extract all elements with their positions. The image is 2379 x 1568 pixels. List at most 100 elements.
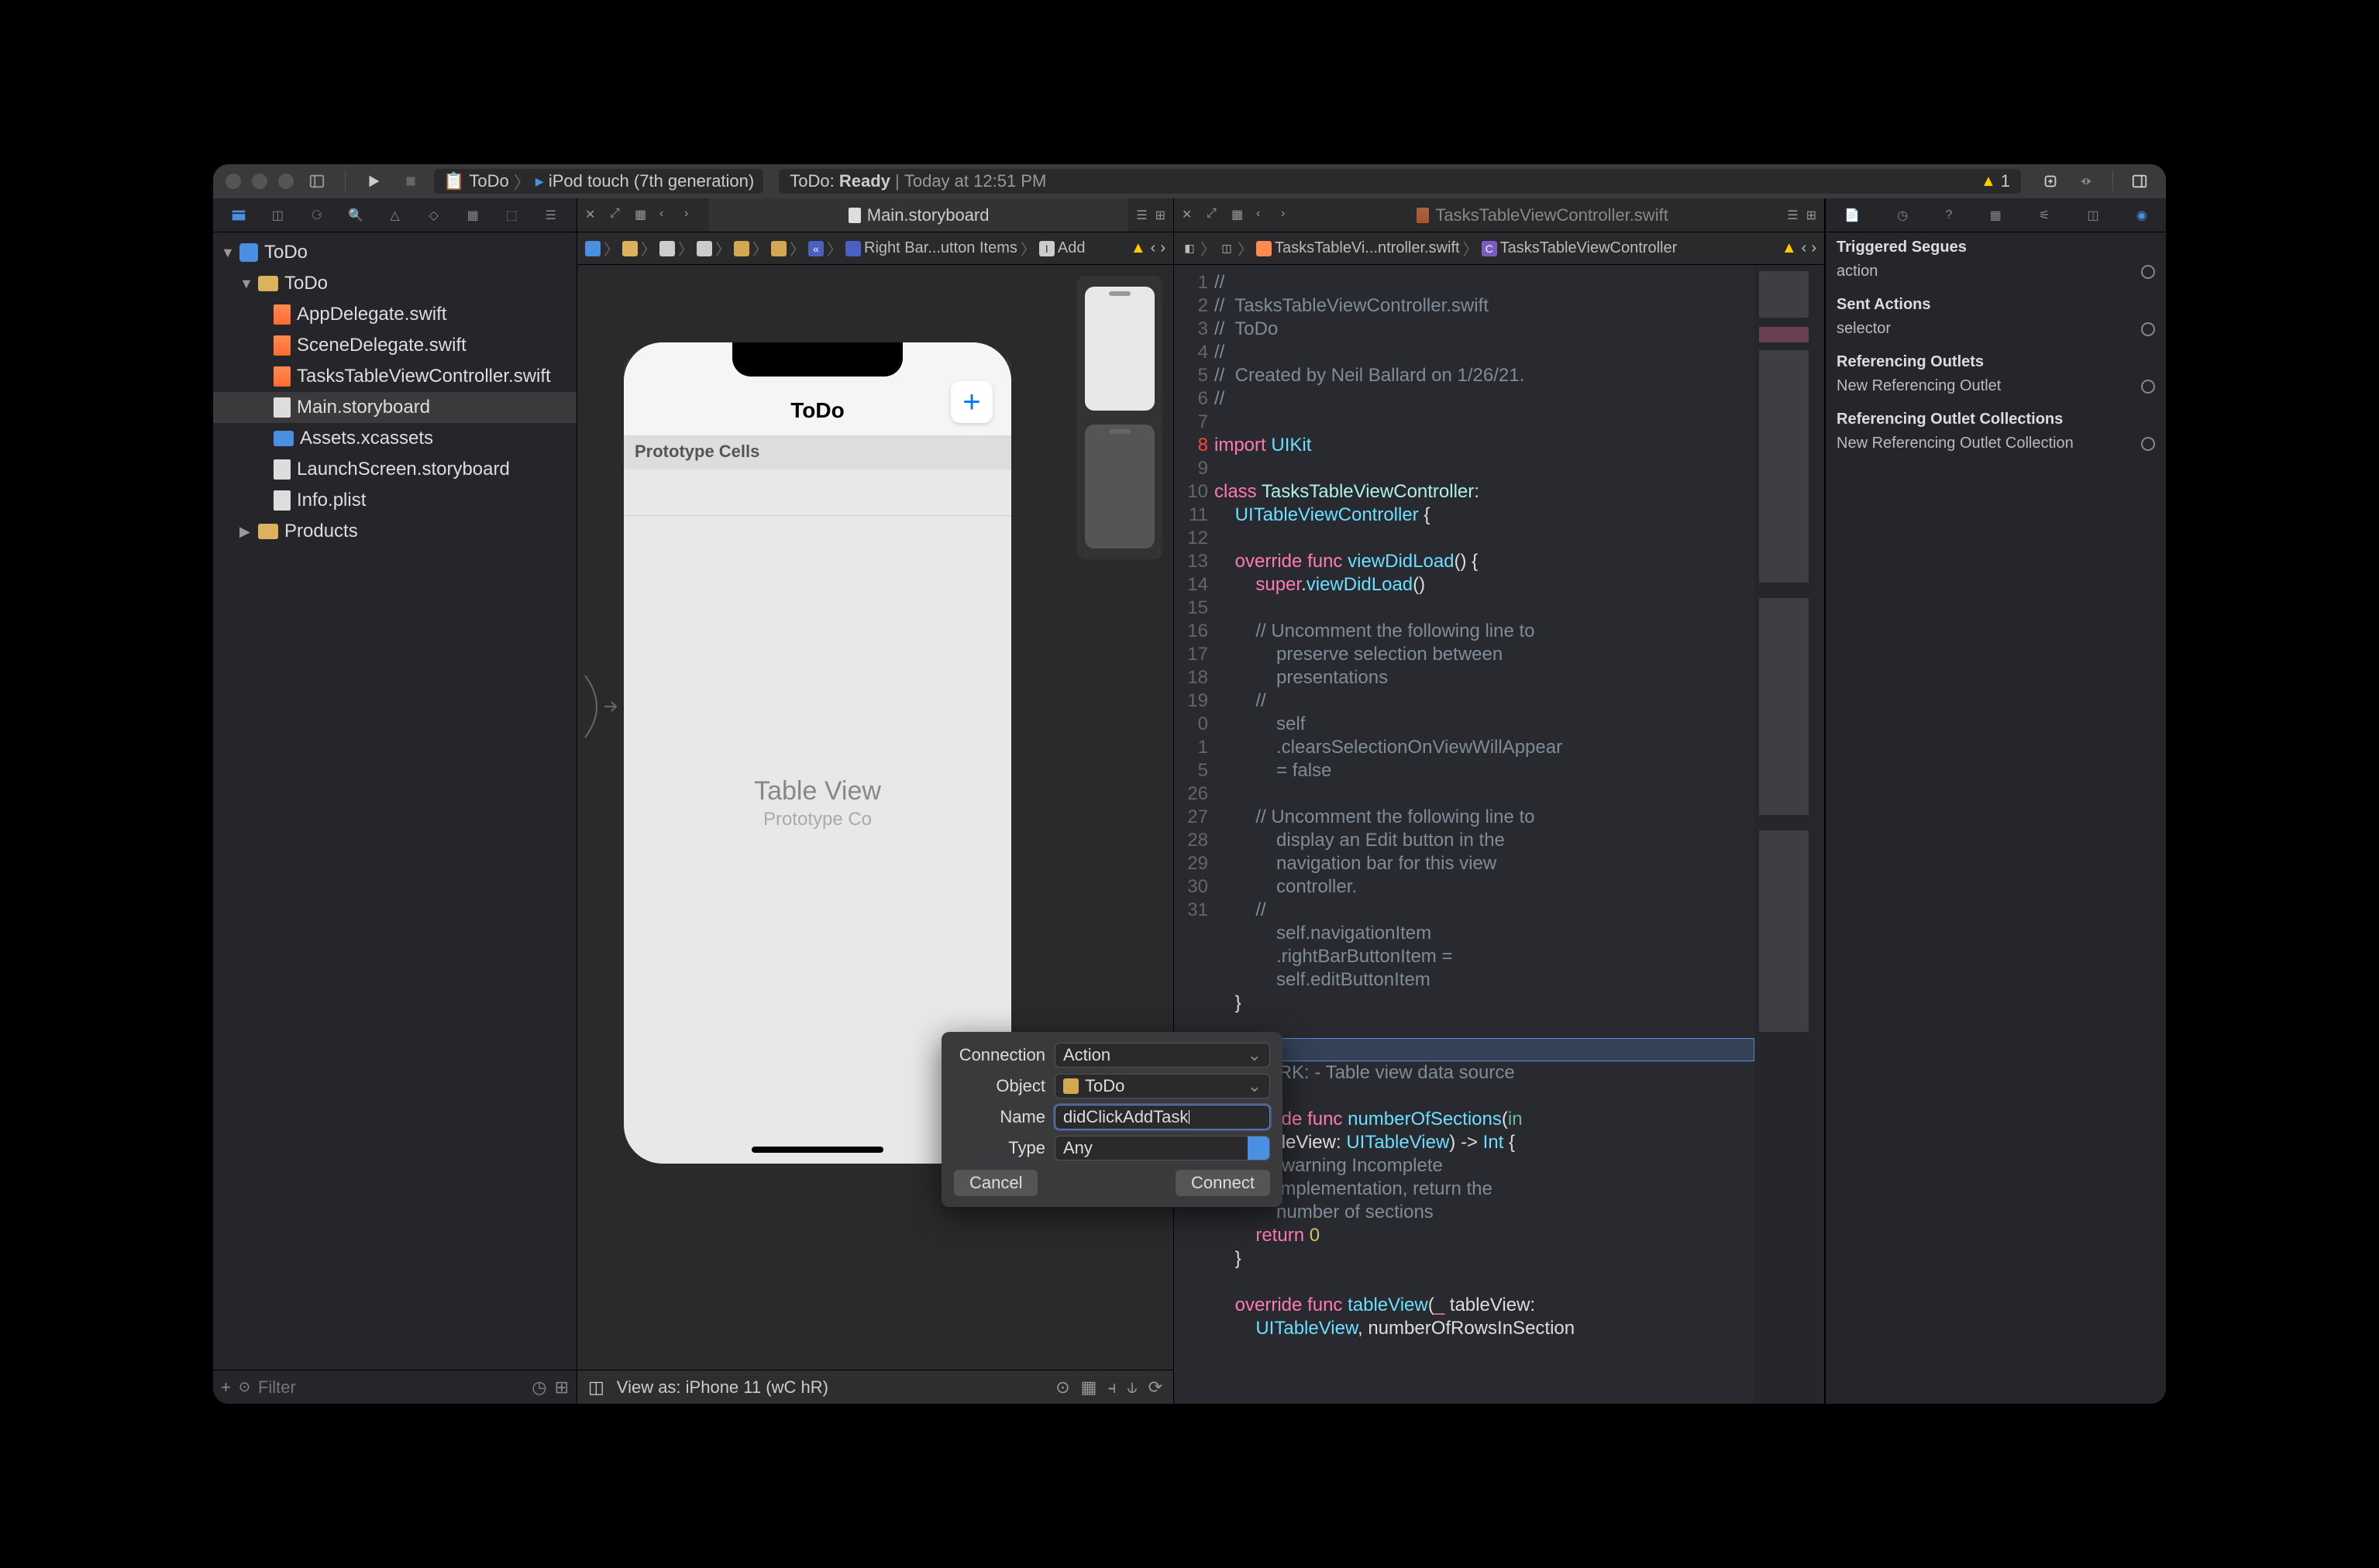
connection-label: Connection bbox=[954, 1045, 1055, 1065]
breakpoint-tab[interactable]: ⬚ bbox=[500, 204, 523, 227]
mini-scene[interactable] bbox=[1085, 287, 1155, 411]
back-icon[interactable]: ‹ bbox=[659, 207, 677, 224]
outline-toggle-icon[interactable]: ◫ bbox=[588, 1377, 604, 1398]
file-row[interactable]: Assets.xcassets bbox=[213, 423, 577, 454]
scm-filter-icon[interactable]: ⊞ bbox=[555, 1377, 569, 1398]
warning-icon[interactable]: ▲ bbox=[1981, 173, 1996, 191]
group-folder[interactable]: ▼ToDo bbox=[213, 268, 577, 299]
related-icon[interactable]: ▦ bbox=[1231, 207, 1248, 224]
document-outline-minis[interactable] bbox=[1077, 276, 1162, 559]
identity-inspector-tab[interactable]: ▦ bbox=[1990, 208, 2002, 223]
jump-file-icon bbox=[659, 241, 675, 256]
align-icon[interactable]: ⫞ bbox=[1107, 1377, 1116, 1398]
connection-row[interactable]: selector bbox=[1837, 317, 2155, 341]
source-control-tab[interactable]: ◫ bbox=[266, 204, 289, 227]
pin-icon[interactable]: ⫝ bbox=[1127, 1377, 1137, 1398]
jump-next-icon[interactable]: › bbox=[1811, 239, 1816, 257]
embed-icon[interactable]: ▦ bbox=[1081, 1377, 1097, 1398]
jump-prev-icon[interactable]: ‹ bbox=[1802, 239, 1807, 257]
zoom-window-icon[interactable] bbox=[278, 174, 294, 189]
add-editor-icon[interactable]: ⊞ bbox=[1155, 208, 1165, 223]
history-inspector-tab[interactable]: ◷ bbox=[1897, 208, 1908, 223]
connection-dot-icon[interactable] bbox=[2141, 380, 2155, 394]
class-icon: C bbox=[1482, 241, 1497, 256]
filter-input[interactable] bbox=[258, 1377, 524, 1398]
stop-button[interactable] bbox=[397, 170, 425, 193]
attributes-inspector-tab[interactable]: ⚟ bbox=[2039, 208, 2050, 223]
add-bar-button[interactable]: + bbox=[951, 381, 993, 423]
toggle-navigator-button[interactable] bbox=[303, 170, 331, 193]
test-tab[interactable]: ◇ bbox=[422, 204, 446, 227]
connect-button[interactable]: Connect bbox=[1176, 1170, 1270, 1196]
prototype-cell[interactable] bbox=[624, 469, 1011, 516]
jump-next-icon[interactable]: › bbox=[1160, 239, 1165, 257]
close-tab-icon[interactable]: ✕ bbox=[1182, 207, 1199, 224]
jump-prev-icon[interactable]: ‹ bbox=[1151, 239, 1156, 257]
minimize-window-icon[interactable] bbox=[252, 174, 267, 189]
connections-inspector-tab[interactable]: ◉ bbox=[2136, 208, 2147, 223]
toggle-inspector-button[interactable] bbox=[2126, 170, 2153, 193]
scheme-selector[interactable]: 📋 ToDo 〉 ▸ iPod touch (7th generation) bbox=[434, 169, 763, 194]
connection-dot-icon[interactable] bbox=[2141, 265, 2155, 279]
issue-tab[interactable]: △ bbox=[383, 204, 406, 227]
file-inspector-tab[interactable]: 📄 bbox=[1844, 208, 1860, 223]
traffic-lights[interactable] bbox=[226, 174, 294, 189]
warning-icon[interactable]: ▲ bbox=[1782, 239, 1797, 257]
jump-bar-left[interactable]: 〉 〉 〉 〉 〉 〉 «〉 Right Bar...utton Items〉 … bbox=[577, 232, 1173, 265]
project-navigator-tab[interactable] bbox=[227, 204, 250, 227]
view-as-label[interactable]: View as: iPhone 11 (wC hR) bbox=[617, 1377, 828, 1398]
adjust-editor-icon[interactable]: ☰ bbox=[1136, 208, 1147, 223]
code-review-button[interactable] bbox=[2072, 170, 2100, 193]
connection-dot-icon[interactable] bbox=[2141, 322, 2155, 336]
storyboard-tab[interactable]: Main.storyboard bbox=[709, 198, 1128, 232]
type-select[interactable]: Any bbox=[1055, 1136, 1270, 1161]
name-input[interactable]: didClickAddTask bbox=[1055, 1105, 1270, 1130]
expand-icon[interactable]: ⤢ bbox=[610, 207, 627, 224]
mini-scene-dark[interactable] bbox=[1085, 425, 1155, 548]
connection-row[interactable]: action bbox=[1837, 260, 2155, 284]
connection-row[interactable]: New Referencing Outlet bbox=[1837, 374, 2155, 398]
code-tab[interactable]: TasksTableViewController.swift bbox=[1306, 198, 1779, 232]
file-row[interactable]: LaunchScreen.storyboard bbox=[213, 454, 577, 485]
connection-dot-icon[interactable] bbox=[2141, 437, 2155, 451]
code-editor[interactable]: 1234567891011121314151617181901526272829… bbox=[1174, 265, 1824, 1404]
file-row[interactable]: AppDelegate.swift bbox=[213, 299, 577, 330]
size-inspector-tab[interactable]: ◫ bbox=[2088, 208, 2099, 223]
file-row-selected[interactable]: Main.storyboard bbox=[213, 392, 577, 423]
project-root[interactable]: ▼ToDo bbox=[213, 237, 577, 268]
add-file-icon[interactable]: + bbox=[221, 1377, 231, 1398]
run-button[interactable] bbox=[360, 170, 387, 193]
help-inspector-tab[interactable]: ? bbox=[1945, 208, 1952, 222]
cancel-button[interactable]: Cancel bbox=[954, 1170, 1038, 1196]
nav-title[interactable]: ToDo bbox=[642, 398, 993, 423]
recent-filter-icon[interactable]: ◷ bbox=[532, 1377, 546, 1398]
expand-icon[interactable]: ⤢ bbox=[1207, 207, 1224, 224]
file-row[interactable]: Info.plist bbox=[213, 485, 577, 516]
back-icon[interactable]: ‹ bbox=[1256, 207, 1273, 224]
forward-icon[interactable]: › bbox=[1281, 207, 1298, 224]
debug-tab[interactable]: ▦ bbox=[461, 204, 484, 227]
connection-select[interactable]: Action bbox=[1055, 1043, 1270, 1068]
zoom-out-icon[interactable]: ⊙ bbox=[1055, 1377, 1069, 1398]
filter-icon[interactable]: ⊙ bbox=[239, 1379, 250, 1395]
symbol-tab[interactable]: ⚆ bbox=[305, 204, 329, 227]
related-icon[interactable]: ▦ bbox=[635, 207, 652, 224]
add-editor-icon[interactable]: ⊞ bbox=[1806, 208, 1816, 223]
resolve-icon[interactable]: ⟳ bbox=[1148, 1377, 1162, 1398]
file-row[interactable]: TasksTableViewController.swift bbox=[213, 361, 577, 392]
library-button[interactable] bbox=[2036, 170, 2064, 193]
report-tab[interactable]: ☰ bbox=[539, 204, 563, 227]
object-select[interactable]: ToDo bbox=[1055, 1074, 1270, 1099]
jump-bar-right[interactable]: ◧〉 ◫〉 TasksTableVi...ntroller.swift〉 C T… bbox=[1174, 232, 1824, 265]
close-window-icon[interactable] bbox=[226, 174, 241, 189]
close-tab-icon[interactable]: ✕ bbox=[585, 207, 602, 224]
adjust-editor-icon[interactable]: ☰ bbox=[1787, 208, 1798, 223]
minimap[interactable] bbox=[1754, 265, 1824, 1404]
products-folder[interactable]: ▶Products bbox=[213, 516, 577, 547]
file-row[interactable]: SceneDelegate.swift bbox=[213, 330, 577, 361]
code-content[interactable]: //// TasksTableViewController.swift// To… bbox=[1214, 265, 1754, 1404]
forward-icon[interactable]: › bbox=[684, 207, 701, 224]
connection-row[interactable]: New Referencing Outlet Collection bbox=[1837, 432, 2155, 456]
find-tab[interactable]: 🔍 bbox=[344, 204, 367, 227]
warning-icon[interactable]: ▲ bbox=[1131, 239, 1146, 257]
